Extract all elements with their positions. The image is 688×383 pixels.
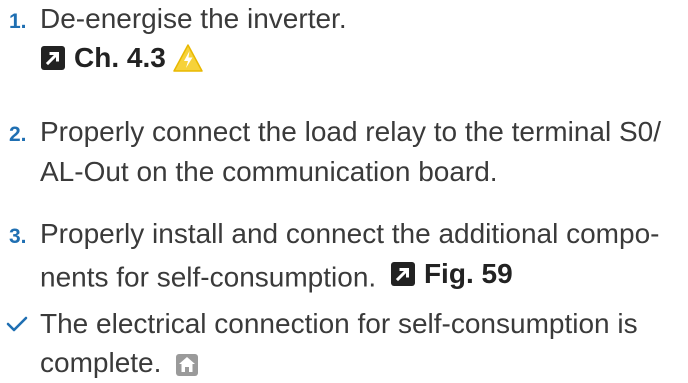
arrow-link-icon (390, 261, 415, 286)
cross-reference[interactable]: Ch. 4.3 (40, 37, 204, 82)
result-text-line: The electrical connection for self-consu… (40, 308, 638, 339)
step-text-line: AL-Out on the communication board. (40, 156, 498, 187)
result-text-segment: complete. (40, 347, 162, 378)
step-number: 2. (9, 123, 27, 146)
step-number: 3. (9, 225, 27, 248)
figure-reference[interactable]: Fig. 59 (424, 253, 513, 294)
step-text-line: Properly install and connect the additio… (40, 218, 660, 249)
step-number: 1. (9, 10, 27, 33)
arrow-link-icon (41, 45, 65, 70)
checkmark-icon (6, 316, 28, 332)
result-text-line: complete. (40, 342, 199, 383)
cross-reference[interactable]: Fig. 59 (390, 253, 513, 294)
step-text-line: nents for self-consumption. Fig. 59 (40, 253, 513, 298)
electrical-warning-icon (173, 43, 203, 72)
home-icon[interactable] (175, 353, 199, 377)
chapter-reference[interactable]: Ch. 4.3 (74, 37, 166, 78)
step-text-line: Properly connect the load relay to the t… (40, 116, 662, 147)
step-text-line: De-energise the inverter. (40, 3, 347, 34)
step-text-segment: nents for self-consumption. (40, 261, 377, 293)
